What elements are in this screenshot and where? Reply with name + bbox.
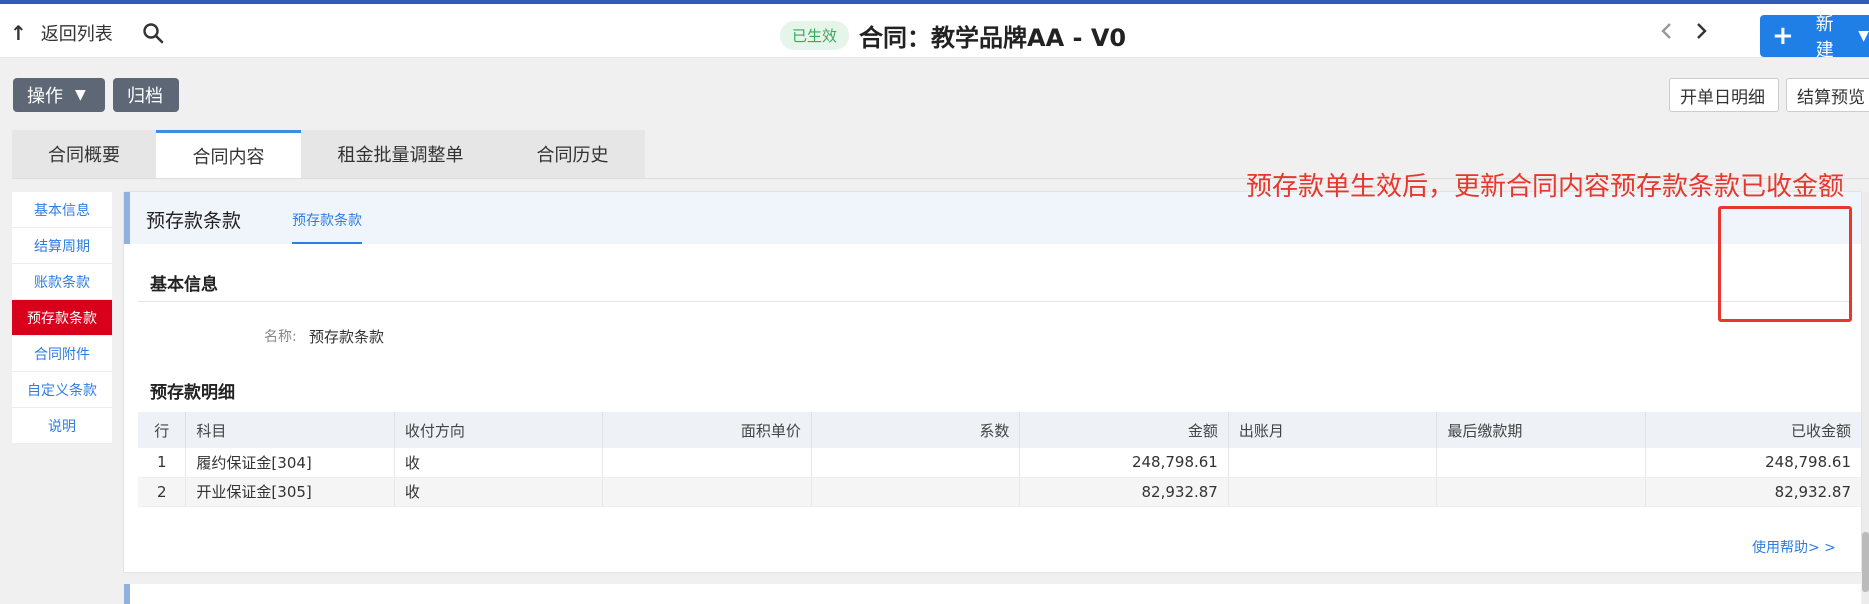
cell-direction: 收 [393, 477, 603, 507]
column-header-billing-month: 出账月 [1227, 412, 1437, 448]
cell-received-amount: 82,932.87 [1644, 477, 1861, 507]
settlement-preview-button[interactable]: 结算预览 [1786, 78, 1869, 112]
chevron-down-icon: ▼ [1858, 28, 1869, 44]
archive-button[interactable]: 归档 [113, 78, 179, 112]
cell-last-payment [1436, 477, 1646, 507]
table-row[interactable]: 2 开业保证金[305] 收 82,932.87 82,932.87 [138, 477, 1861, 507]
column-header-last-payment: 最后缴款期 [1436, 412, 1646, 448]
panel-title: 预存款条款 [146, 210, 242, 232]
column-header-unit-price: 面积单价 [602, 412, 812, 448]
name-value: 预存款条款 [309, 328, 385, 346]
next-panel-edge [124, 584, 1861, 604]
prepayment-panel: 预存款条款 预存款条款 基本信息 名称: 预存款条款 预存款明细 行 科目 收付… [124, 192, 1861, 572]
cell-unit-price [602, 448, 812, 478]
operations-button[interactable]: 操作 ▼ [13, 78, 105, 112]
operations-label: 操作 [27, 86, 63, 107]
sidebar-item-attachments[interactable]: 合同附件 [12, 336, 112, 372]
panel-tab-prepayment[interactable]: 预存款条款 [292, 210, 362, 244]
back-to-list-button[interactable]: ↑ 返回列表 [10, 20, 113, 46]
sidebar-item-prepayment-terms[interactable]: 预存款条款 [12, 300, 112, 336]
tab-rent-batch-adjust[interactable]: 租金批量调整单 [301, 130, 500, 178]
cell-unit-price [602, 477, 812, 507]
plus-icon: + [1772, 21, 1794, 51]
caret-down-icon: ▼ [75, 87, 86, 103]
cell-amount: 248,798.61 [1019, 448, 1229, 478]
cell-subject: 履约保证金[304] [185, 448, 395, 478]
new-button[interactable]: + 新建 ▼ [1760, 14, 1869, 61]
sidebar-item-settlement-cycle[interactable]: 结算周期 [12, 228, 112, 264]
cell-row-number: 2 [138, 477, 186, 507]
usage-help-link[interactable]: 使用帮助> > [1752, 537, 1836, 557]
status-badge: 已生效 [780, 21, 850, 50]
cell-amount: 82,932.87 [1019, 477, 1229, 507]
cell-received-amount: 248,798.61 [1644, 448, 1861, 478]
column-header-direction: 收付方向 [393, 412, 603, 448]
cell-row-number: 1 [138, 448, 186, 478]
cell-subject: 开业保证金[305] [185, 477, 395, 507]
table-header-row: 行 科目 收付方向 面积单价 系数 金额 出账月 最后缴款期 已收金额 [138, 412, 1861, 448]
cell-direction: 收 [393, 448, 603, 478]
tab-contract-summary[interactable]: 合同概要 [12, 130, 156, 178]
scrollbar[interactable] [1862, 192, 1869, 604]
daily-detail-button[interactable]: 开单日明细 [1669, 78, 1779, 112]
back-label: 返回列表 [40, 24, 113, 45]
prepayment-detail-heading: 预存款明细 [150, 383, 235, 403]
new-button-label: 新建 [1815, 14, 1834, 61]
top-bar: ↑ 返回列表 已生效 合同：教学品牌AA - V0 + 新建 ▼ [0, 4, 1869, 61]
next-record-icon[interactable] [1690, 20, 1712, 42]
column-header-coefficient: 系数 [810, 412, 1020, 448]
annotation-highlight-box [1718, 206, 1852, 322]
section-sidebar: 基本信息 结算周期 账款条款 预存款条款 合同附件 自定义条款 说明 [12, 192, 112, 444]
tab-contract-history[interactable]: 合同历史 [500, 130, 645, 178]
prepayment-detail-table: 行 科目 收付方向 面积单价 系数 金额 出账月 最后缴款期 已收金额 1 履约… [138, 412, 1861, 507]
section-divider [138, 301, 1849, 302]
basic-info-heading: 基本信息 [150, 275, 218, 295]
cell-coefficient [810, 448, 1020, 478]
column-header-row: 行 [138, 412, 186, 448]
page-title: 合同：教学品牌AA - V0 [859, 24, 1127, 52]
cell-coefficient [810, 477, 1020, 507]
scrollbar-thumb[interactable] [1862, 532, 1869, 592]
sidebar-item-custom-terms[interactable]: 自定义条款 [12, 372, 112, 408]
column-header-amount: 金额 [1019, 412, 1229, 448]
content-tabs: 合同概要 合同内容 租金批量调整单 合同历史 [12, 130, 645, 178]
search-icon[interactable] [142, 22, 164, 44]
sidebar-item-basic-info[interactable]: 基本信息 [12, 192, 112, 228]
name-label: 名称: [264, 329, 297, 345]
table-row[interactable]: 1 履约保证金[304] 收 248,798.61 248,798.61 [138, 448, 1861, 478]
cell-billing-month [1227, 448, 1437, 478]
column-header-subject: 科目 [185, 412, 395, 448]
cell-billing-month [1227, 477, 1437, 507]
cell-last-payment [1436, 448, 1646, 478]
back-arrow-icon: ↑ [10, 21, 27, 45]
previous-record-icon[interactable] [1656, 20, 1678, 42]
sidebar-item-account-terms[interactable]: 账款条款 [12, 264, 112, 300]
annotation-note: 预存款单生效后，更新合同内容预存款条款已收金额 [1246, 172, 1845, 202]
column-header-received-amount: 已收金额 [1644, 412, 1861, 448]
sidebar-item-notes[interactable]: 说明 [12, 408, 112, 444]
title-area: 已生效 合同：教学品牌AA - V0 [780, 18, 1126, 53]
tab-contract-content[interactable]: 合同内容 [156, 130, 301, 178]
